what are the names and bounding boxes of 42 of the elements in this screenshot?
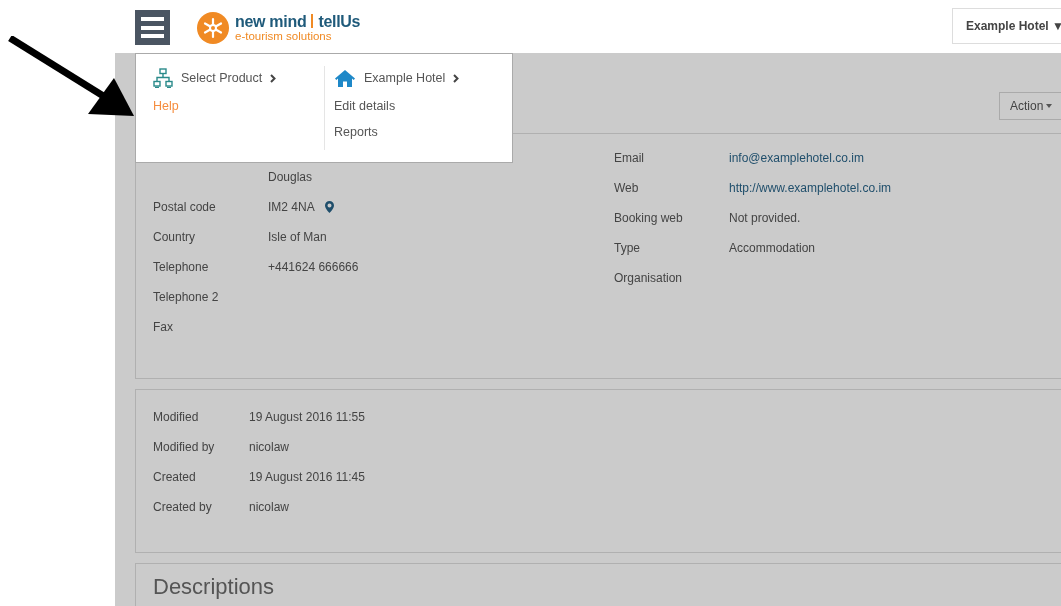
field-value: nicolaw (249, 499, 290, 516)
logo-wordmark: new mind tellUs (235, 14, 361, 30)
field-label: Booking web (614, 210, 684, 227)
logo-tagline: e-tourism solutions (235, 30, 333, 42)
field-label: Fax (153, 319, 174, 336)
field-value: 19 August 2016 11:55 (249, 409, 365, 426)
field-label: Telephone 2 (153, 289, 220, 306)
field-value: Not provided. (729, 210, 801, 227)
address-value: Douglas (268, 169, 313, 186)
chevron-right-icon (270, 73, 277, 83)
field-label: Created by (153, 499, 213, 516)
descriptions-heading: Descriptions (153, 574, 276, 601)
field-label: Email (614, 150, 645, 167)
field-value: nicolaw (249, 439, 290, 456)
field-value: IM2 4NA (268, 199, 315, 216)
menu-button[interactable] (135, 10, 170, 45)
action-dropdown-button[interactable]: Action (999, 92, 1061, 120)
menu-heading-link[interactable]: Example Hotel (364, 68, 446, 88)
logo-icon (197, 12, 229, 44)
field-label: Web (614, 180, 640, 197)
field-value: Accommodation (729, 240, 816, 257)
chevron-right-icon (453, 73, 460, 83)
house-icon (334, 69, 356, 87)
field-label: Organisation (614, 270, 684, 287)
field-label: Modified by (153, 439, 216, 456)
field-label: Created (153, 469, 197, 486)
menu-heading-link[interactable]: Select Product (181, 68, 263, 88)
network-icon (153, 68, 173, 88)
field-label: Country (153, 229, 197, 246)
hotel-dropdown-button[interactable]: Example Hotel ▼ (952, 8, 1061, 44)
field-value: 19 August 2016 11:45 (249, 469, 365, 486)
field-link[interactable]: info@examplehotel.co.im (729, 149, 864, 167)
field-label: Modified (153, 409, 200, 426)
field-label: Telephone (153, 259, 210, 276)
field-link[interactable]: http://www.examplehotel.co.im (729, 179, 892, 197)
field-value: Isle of Man (268, 229, 327, 246)
menu-item[interactable]: Reports (334, 122, 378, 142)
field-label: Type (614, 240, 641, 257)
menu-item[interactable]: Edit details (334, 97, 396, 116)
field-label: Postal code (153, 199, 217, 216)
field-value: +441624 666666 (268, 259, 359, 276)
map-pin-icon (324, 201, 334, 213)
